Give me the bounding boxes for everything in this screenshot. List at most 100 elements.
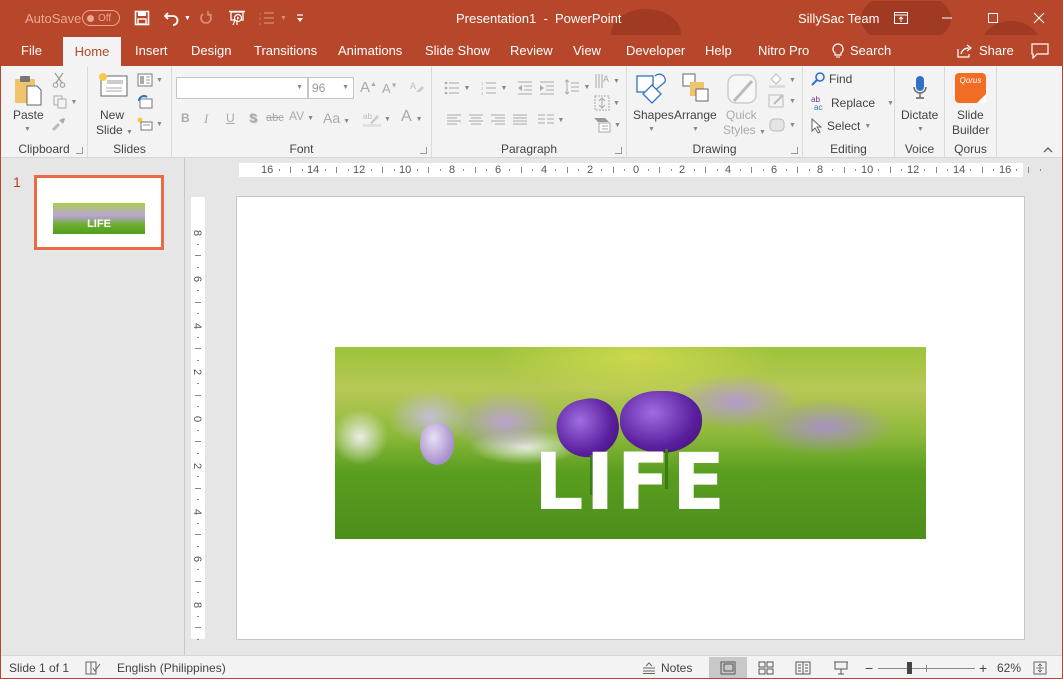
shape-fill-icon[interactable]: ▼ [767,71,797,89]
dictate-label[interactable]: Dictate [901,108,938,122]
horizontal-ruler[interactable]: 16 14 12 10 8 6 4 2 0 2 4 6 8 10 12 14 16 [239,163,1041,177]
tab-help[interactable]: Help [705,35,732,66]
numbering-list-icon[interactable]: 123 ▼ [479,80,509,96]
font-color-icon[interactable]: A ▼ [401,108,423,126]
increase-indent-icon[interactable] [538,80,556,96]
vertical-ruler[interactable]: 8 6 4 2 0 2 4 6 8 [191,197,205,640]
shape-effects-icon[interactable]: ▼ [767,116,797,134]
new-slide-label-2[interactable]: Slide ▼ [96,123,133,137]
increase-font-size-icon[interactable]: A▲ [360,79,377,96]
tab-developer[interactable]: Developer [626,35,685,66]
slide-builder-label-2[interactable]: Builder [952,123,989,137]
collapse-ribbon-icon[interactable] [1041,144,1055,156]
zoom-in-button[interactable]: + [979,656,987,678]
reading-view-button[interactable] [784,657,822,678]
shapes-icon[interactable] [635,72,667,106]
tab-insert[interactable]: Insert [135,35,168,66]
font-name-dropdown-icon[interactable]: ▼ [296,84,303,91]
strikethrough-icon[interactable]: abc [266,112,284,124]
arrange-dropdown-icon[interactable]: ▼ [692,126,699,133]
underline-icon[interactable]: U [226,111,235,125]
change-case-icon[interactable]: Aa ▼ [323,110,350,126]
text-direction-icon[interactable]: A ▼ [593,72,621,90]
align-right-icon[interactable] [490,112,506,128]
quick-styles-label-1[interactable]: Quick [726,108,757,122]
paragraph-dialog-launcher[interactable] [615,147,622,154]
replace-dropdown-icon[interactable]: ▼ [887,100,894,107]
columns-icon[interactable]: ▼ [536,112,566,128]
zoom-level[interactable]: 62% [997,656,1021,678]
zoom-slider-thumb[interactable] [906,662,912,674]
tab-review[interactable]: Review [510,35,553,66]
paste-dropdown-icon[interactable]: ▼ [24,126,31,133]
tab-file[interactable]: File [21,35,42,66]
slide-show-view-button[interactable] [822,657,860,678]
arrange-icon[interactable] [681,72,711,104]
slide-title-text[interactable]: LIFE [335,443,926,523]
section-icon[interactable]: ▼ [136,116,164,132]
slide-thumbnail[interactable]: LIFE [34,175,164,250]
redo-icon[interactable] [199,1,213,35]
shape-outline-icon[interactable]: ▼ [767,92,797,110]
copy-icon[interactable]: ▼ [51,94,79,110]
ribbon-display-options-icon[interactable] [878,1,924,35]
bullets-icon[interactable]: ▼ [442,80,472,96]
cut-icon[interactable] [51,72,67,88]
slide-counter[interactable]: Slide 1 of 1 [9,656,69,678]
normal-view-button[interactable] [709,657,747,678]
autosave-toggle[interactable]: Off [82,10,120,26]
arrange-label[interactable]: Arrange [674,108,717,122]
character-spacing-icon[interactable]: AV ▼ [289,109,314,123]
font-size-dropdown-icon[interactable]: ▼ [342,84,349,91]
notes-button[interactable]: Notes [643,656,692,678]
undo-dropdown-icon[interactable]: ▼ [184,15,191,22]
font-dialog-launcher[interactable] [420,147,427,154]
slide-canvas[interactable]: LIFE [236,196,1025,640]
font-name-combobox[interactable]: ▼ [176,77,308,99]
find-button[interactable]: Find [811,72,852,86]
qorus-logo-icon[interactable]: Qorus [955,73,986,103]
save-icon[interactable] [134,1,150,35]
new-slide-icon[interactable] [96,72,130,100]
new-slide-label-1[interactable]: New [100,108,124,122]
bold-icon[interactable]: B [181,111,190,125]
language-indicator[interactable]: English (Philippines) [117,656,226,678]
undo-icon[interactable]: ▼ [164,1,191,35]
align-center-icon[interactable] [468,112,484,128]
shapes-dropdown-icon[interactable]: ▼ [648,126,655,133]
close-icon[interactable] [1016,1,1062,35]
tab-design[interactable]: Design [191,35,231,66]
share-button[interactable]: Share [957,35,1014,66]
slide-sorter-view-button[interactable] [747,657,785,678]
replace-button[interactable]: ab ac Replace ▼ [811,95,894,111]
crocus-picture[interactable]: LIFE [335,347,926,539]
tab-transitions[interactable]: Transitions [254,35,317,66]
tell-me-search[interactable]: Search [832,35,891,66]
present-from-beginning-icon[interactable] [228,1,246,35]
font-size-combobox[interactable]: 96 ▼ [308,77,354,99]
tab-view[interactable]: View [573,35,601,66]
align-left-icon[interactable] [446,112,462,128]
shapes-label[interactable]: Shapes [633,108,674,122]
text-shadow-icon[interactable]: S [249,111,257,125]
customize-qat-icon[interactable] [295,1,305,35]
maximize-icon[interactable] [970,1,1016,35]
align-text-icon[interactable]: ▼ [593,94,621,112]
user-name[interactable]: SillySac Team [798,1,879,35]
line-spacing-icon[interactable]: ▼ [562,78,592,96]
numbering-icon[interactable]: 123 ▼ [259,1,287,35]
dictate-dropdown-icon[interactable]: ▼ [917,126,924,133]
drawing-dialog-launcher[interactable] [791,147,798,154]
tab-animations[interactable]: Animations [338,35,402,66]
paste-label[interactable]: Paste [13,108,44,122]
paste-icon[interactable] [12,72,44,108]
format-painter-icon[interactable] [51,116,67,132]
minimize-icon[interactable] [924,1,970,35]
tab-home[interactable]: Home [63,37,121,66]
microphone-icon[interactable] [910,74,930,102]
italic-icon[interactable]: I [204,111,208,127]
tab-nitro-pro[interactable]: Nitro Pro [758,35,809,66]
reset-slide-icon[interactable] [136,94,154,110]
zoom-out-button[interactable]: − [865,656,873,678]
clear-formatting-icon[interactable]: A [409,79,425,95]
